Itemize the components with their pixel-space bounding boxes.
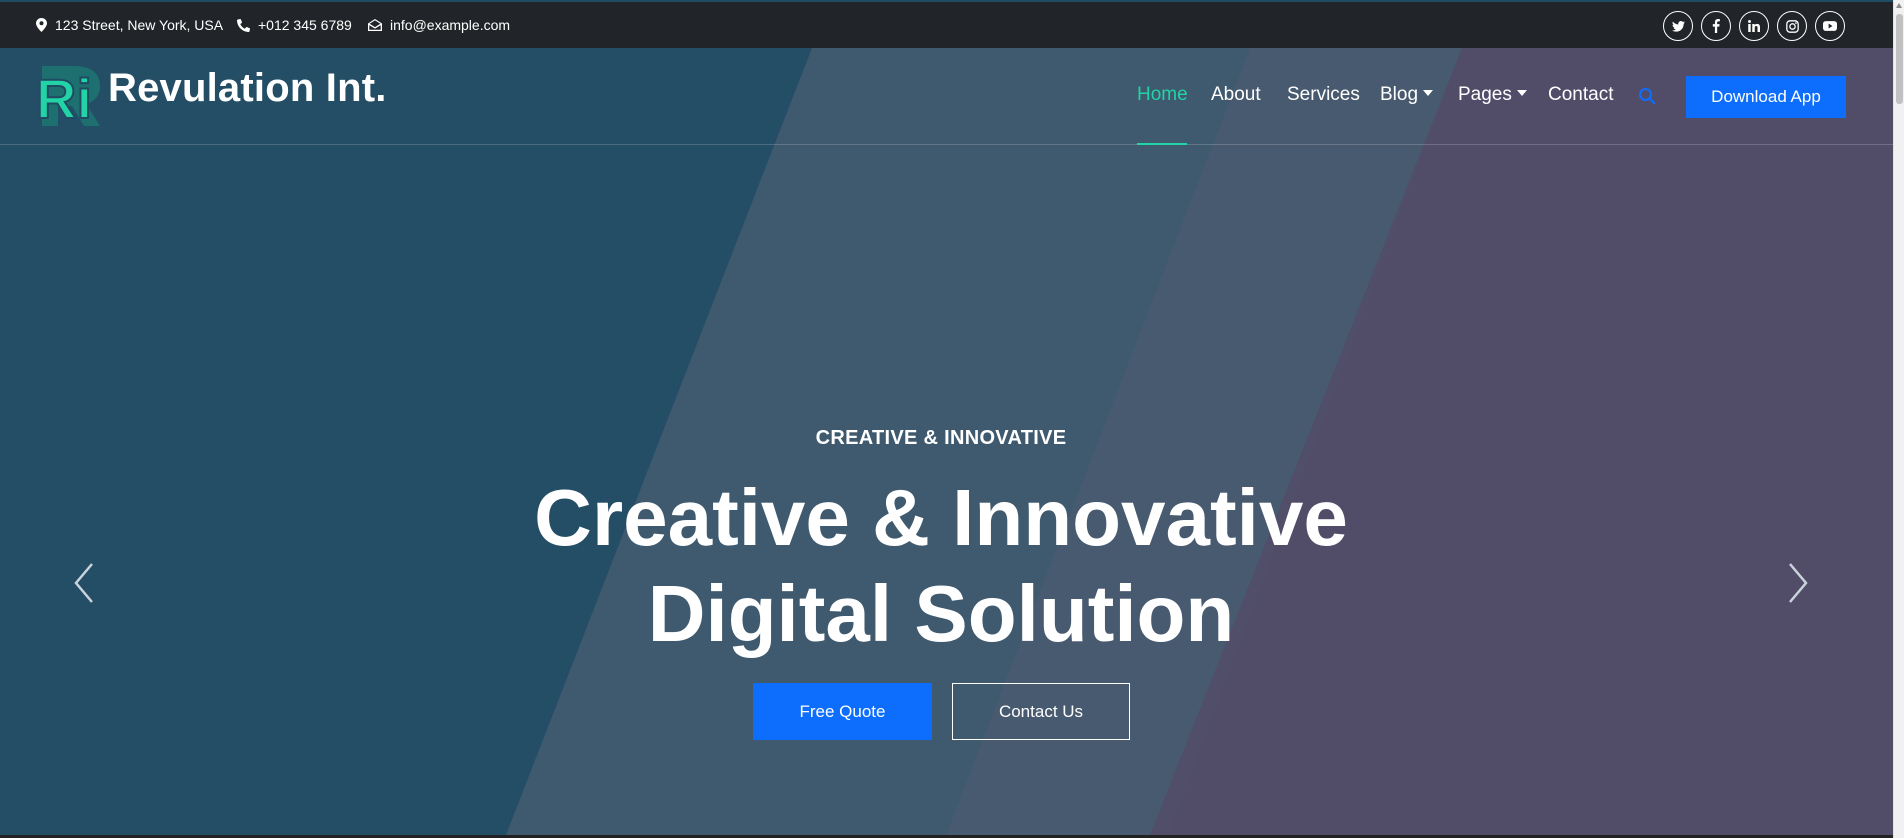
youtube-icon[interactable] xyxy=(1815,11,1845,41)
nav-about[interactable]: About xyxy=(1211,80,1261,110)
hero-title-line-2: Digital Solution xyxy=(647,569,1235,658)
facebook-icon[interactable] xyxy=(1701,11,1731,41)
carousel-prev-icon[interactable] xyxy=(70,560,100,606)
email-item: info@example.com xyxy=(368,2,510,48)
scrollbar-thumb[interactable] xyxy=(1896,14,1903,104)
brand-name[interactable]: Revulation Int. xyxy=(108,66,387,111)
contact-us-button[interactable]: Contact Us xyxy=(952,683,1130,740)
nav-blog[interactable]: Blog xyxy=(1380,80,1434,110)
map-marker-icon xyxy=(36,18,47,32)
top-info-bar: 123 Street, New York, USA +012 345 6789 … xyxy=(0,2,1893,48)
search-icon[interactable] xyxy=(1638,87,1656,105)
phone-icon xyxy=(237,18,250,32)
chevron-down-icon xyxy=(1516,89,1527,96)
svg-text:Ri: Ri xyxy=(36,67,92,130)
nav-home[interactable]: Home xyxy=(1137,80,1188,110)
brand-logo-icon[interactable]: Ri xyxy=(34,60,108,134)
page-viewport: 123 Street, New York, USA +012 345 6789 … xyxy=(0,0,1893,835)
carousel-next-icon[interactable] xyxy=(1782,560,1812,606)
phone-text: +012 345 6789 xyxy=(258,17,352,33)
linkedin-icon[interactable] xyxy=(1739,11,1769,41)
nav-services[interactable]: Services xyxy=(1287,80,1360,110)
phone-item: +012 345 6789 xyxy=(237,2,352,48)
chevron-down-icon xyxy=(1423,89,1434,96)
twitter-icon[interactable] xyxy=(1663,11,1693,41)
hero-title: Creative & Innovative Digital Solution xyxy=(0,470,1882,662)
hero-title-line-1: Creative & Innovative xyxy=(534,473,1348,562)
nav-active-indicator xyxy=(1137,143,1187,145)
scroll-up-icon[interactable] xyxy=(1896,3,1902,8)
free-quote-button[interactable]: Free Quote xyxy=(753,683,932,740)
nav-pages[interactable]: Pages xyxy=(1458,80,1527,110)
download-app-button[interactable]: Download App xyxy=(1686,76,1846,118)
envelope-open-icon xyxy=(368,19,382,31)
nav-pages-label: Pages xyxy=(1458,84,1512,105)
email-text: info@example.com xyxy=(390,17,511,33)
hero-kicker: CREATIVE & INNOVATIVE xyxy=(815,427,1067,449)
address-text: 123 Street, New York, USA xyxy=(55,17,224,33)
instagram-icon[interactable] xyxy=(1777,11,1807,41)
vertical-scrollbar[interactable] xyxy=(1893,0,1904,838)
nav-contact[interactable]: Contact xyxy=(1548,80,1613,110)
address-item: 123 Street, New York, USA xyxy=(36,2,223,48)
nav-blog-label: Blog xyxy=(1380,84,1419,105)
